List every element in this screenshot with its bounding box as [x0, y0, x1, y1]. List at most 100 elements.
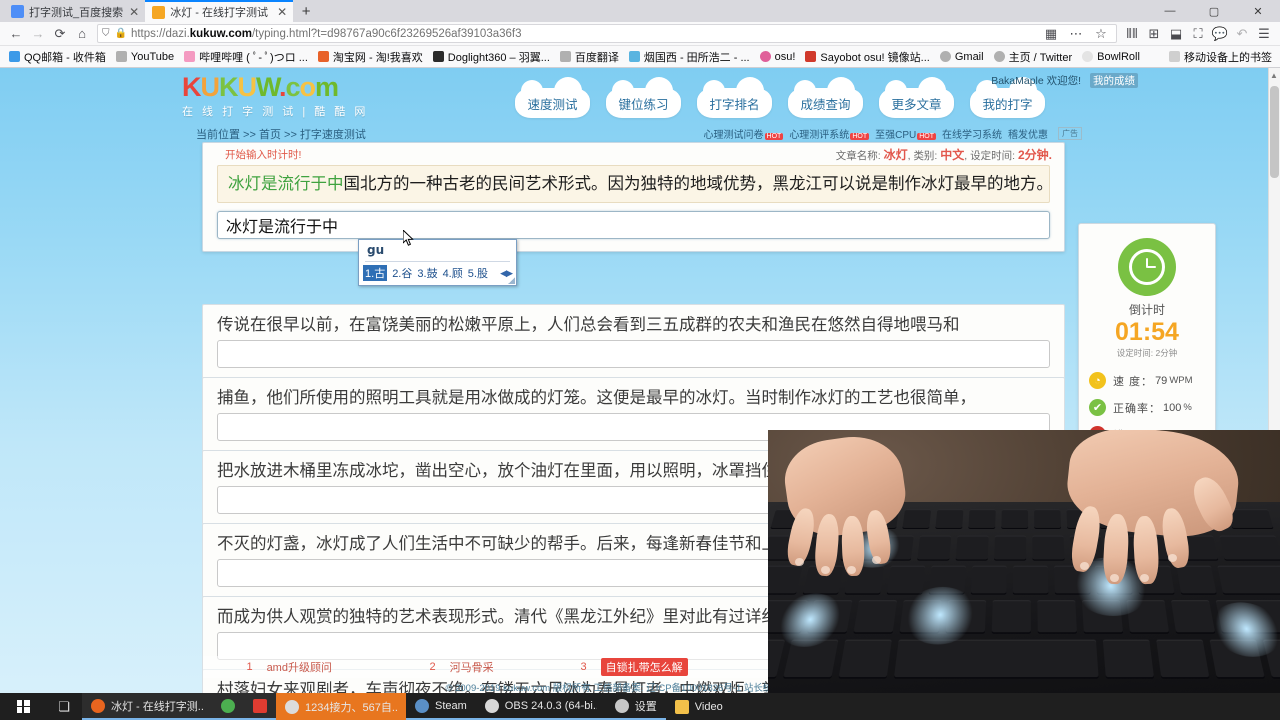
nav-item-score-query[interactable]: 成绩查询 — [788, 77, 863, 118]
back-icon[interactable]: ← — [5, 24, 27, 44]
tab-kukuw-typing[interactable]: 冰灯 - 在线打字测试 (dazi.ku ✕ — [145, 0, 294, 22]
bookmark-item[interactable]: YouTube — [111, 48, 179, 66]
shield-icon[interactable]: ⛉ — [102, 28, 110, 39]
accuracy-icon: ✔ — [1089, 399, 1106, 416]
taskbar-app-settings[interactable]: 设置 — [605, 693, 666, 720]
bookmark-label: 淘宝网 - 淘!我喜欢 — [332, 51, 423, 64]
bookmark-item[interactable]: 主页 / Twitter — [989, 48, 1078, 66]
close-icon[interactable]: ✕ — [277, 6, 287, 18]
undo-icon[interactable]: ↶ — [1231, 24, 1253, 44]
bookmark-item[interactable]: 烟国西 - 田所浩二 - ... — [624, 48, 755, 66]
stat-unit: WPM — [1169, 375, 1193, 386]
page-actions-icon[interactable]: ⋯ — [1065, 24, 1087, 44]
mobile-bookmarks-item[interactable]: 移动设备上的书签 — [1164, 48, 1276, 66]
ad-tag[interactable]: 广告 — [1058, 127, 1082, 140]
taskbar-app-steam[interactable]: Steam — [406, 693, 476, 720]
screenshot-icon[interactable]: ⛶ — [1187, 24, 1209, 44]
bottom-link-3[interactable]: 3 自锁扎带怎么解 — [548, 658, 720, 676]
bookmark-item[interactable]: QQ邮箱 - 收件箱 — [4, 48, 111, 66]
bookmark-icon — [184, 51, 196, 62]
link-label: amd升级顾问 — [266, 662, 332, 674]
close-window-button[interactable]: ✕ — [1236, 0, 1280, 22]
gear-icon — [614, 698, 629, 713]
maximize-button[interactable]: ▢ — [1192, 0, 1236, 22]
menu-icon[interactable]: ☰ — [1253, 24, 1275, 44]
mini-link[interactable]: 至强CPU HOT — [875, 126, 936, 141]
task-view-icon[interactable]: ❏ — [46, 693, 82, 720]
ime-candidate-2[interactable]: 2.谷 — [392, 265, 412, 281]
nav-item-more-articles[interactable]: 更多文章 — [879, 77, 954, 118]
doc-name-label: 文章名称: — [835, 150, 881, 162]
bookmark-icon — [432, 51, 444, 62]
doc-category: 中文 — [940, 148, 965, 162]
taskbar-app-obs[interactable]: OBS 24.0.3 (64-bi... — [475, 693, 606, 720]
site-nav: 速度测试 键位练习 打字排名 成绩查询 更多文章 我的打字 — [515, 77, 1045, 118]
taskbar-app-chrome[interactable] — [212, 693, 244, 720]
bookmark-star-icon[interactable]: ☆ — [1090, 24, 1112, 44]
taskbar-app-relay[interactable]: 1234接力、567自... — [276, 693, 406, 720]
ime-resize-grip[interactable] — [508, 277, 515, 284]
home-icon[interactable]: ⌂ — [71, 24, 93, 44]
my-scores-link[interactable]: 我的成绩 — [1090, 73, 1138, 88]
bookmark-item[interactable]: osu! — [755, 48, 801, 66]
nav-item-key-practice[interactable]: 键位练习 — [606, 77, 681, 118]
bottom-link-2[interactable]: 2 河马骨采 — [375, 659, 547, 675]
stat-value: 100 — [1163, 401, 1182, 414]
tab-baidu-search[interactable]: 打字测试_百度搜索 ✕ — [4, 1, 146, 22]
taskbar-app-video[interactable]: Video — [666, 693, 732, 720]
nav-item-my-typing[interactable]: 我的打字 — [970, 77, 1045, 118]
ime-candidate-3[interactable]: 3.鼓 — [417, 265, 437, 281]
bookmark-item[interactable]: 百度翻译 — [555, 48, 624, 66]
taskbar-app-firefox[interactable]: 冰灯 - 在线打字测... — [82, 693, 212, 720]
reader-mode-icon[interactable]: ▦ — [1040, 24, 1062, 44]
lock-icon[interactable]: 🔒 — [115, 28, 127, 39]
bookmark-item[interactable]: BowlRoll — [1077, 48, 1145, 66]
taskbar-app-label: OBS 24.0.3 (64-bi... — [504, 699, 597, 712]
forward-icon[interactable]: → — [27, 24, 49, 44]
bookmark-icon — [1082, 51, 1094, 62]
mini-link[interactable]: 稽发优惠 — [1008, 126, 1048, 141]
bookmark-item[interactable]: Sayobot osu! 镜像站... — [800, 48, 934, 66]
sidebar-icon[interactable]: ⊞ — [1143, 24, 1165, 44]
reload-icon[interactable]: ⟳ — [49, 24, 71, 44]
mini-link[interactable]: 在线学习系统 — [942, 126, 1002, 141]
nav-item-ranking[interactable]: 打字排名 — [697, 77, 772, 118]
ime-candidate-4[interactable]: 4.顾 — [443, 265, 463, 281]
bookmark-item[interactable]: Gmail — [935, 48, 989, 66]
bookmark-icon — [317, 51, 329, 62]
browser-titlebar: 打字测试_百度搜索 ✕ 冰灯 - 在线打字测试 (dazi.ku ✕ + — ▢… — [0, 0, 1280, 22]
chat-icon[interactable]: 💬 — [1209, 24, 1231, 44]
ime-candidate-1[interactable]: 1.古 — [363, 265, 388, 281]
typing-input-1[interactable] — [217, 211, 1050, 239]
scroll-thumb[interactable] — [1270, 86, 1279, 178]
mini-link[interactable]: 心理测试问卷 HOT — [704, 126, 784, 141]
library-icon[interactable]: ⦀⦀ — [1121, 24, 1143, 44]
bookmark-item[interactable]: Doglight360 – 羽翼... — [428, 48, 555, 66]
ime-candidate-5[interactable]: 5.股 — [468, 265, 488, 281]
url-text: https://dazi.kukuw.com/typing.html?t=d98… — [130, 27, 522, 40]
minimize-button[interactable]: — — [1148, 0, 1192, 22]
bottom-link-1[interactable]: 1 amd升级顾问 — [203, 659, 375, 675]
url-bar[interactable]: ⛉ 🔒 https://dazi.kukuw.com/typing.html?t… — [97, 24, 1117, 43]
ime-candidate-window[interactable]: gu 1.古 2.谷 3.鼓 4.顾 5.股 ◀▶ — [358, 239, 517, 286]
paragraph-block-2: 传说在很早以前，在富饶美丽的松嫩平原上，人们总会看到三五成群的农夫和渔民在悠然自… — [202, 304, 1065, 379]
bookmark-icon — [628, 51, 640, 62]
doc-category-label: 类别: — [913, 150, 938, 162]
new-tab-button[interactable]: + — [293, 1, 319, 22]
windows-start-icon[interactable] — [0, 693, 46, 720]
typing-input-2[interactable] — [217, 340, 1050, 368]
site-logo[interactable]: KUKUW.com 在 线 打 字 测 试 | 酷 酷 网 — [182, 72, 368, 119]
close-icon[interactable]: ✕ — [129, 6, 139, 18]
bookmark-item[interactable]: 淘宝网 - 淘!我喜欢 — [313, 48, 428, 66]
nav-label: 速度测试 — [527, 97, 578, 112]
bookmarks-bar: QQ邮箱 - 收件箱 YouTube 哔哩哔哩 ( ﾟ- ﾟ)つロ ... 淘宝… — [0, 46, 1280, 68]
nav-item-speed-test[interactable]: 速度测试 — [515, 77, 590, 118]
bookmark-label: Doglight360 – 羽翼... — [447, 51, 550, 64]
taskbar-app-antivirus[interactable] — [244, 693, 276, 720]
tab-title: 冰灯 - 在线打字测试 (dazi.ku — [170, 7, 271, 19]
mini-link[interactable]: 心理测评系统 HOT — [789, 126, 870, 141]
speed-icon: ◔ — [1089, 372, 1106, 389]
scroll-up-icon[interactable]: ▲ — [1269, 71, 1279, 80]
pocket-icon[interactable]: ⬓ — [1165, 24, 1187, 44]
bookmark-item[interactable]: 哔哩哔哩 ( ﾟ- ﾟ)つロ ... — [179, 48, 313, 66]
